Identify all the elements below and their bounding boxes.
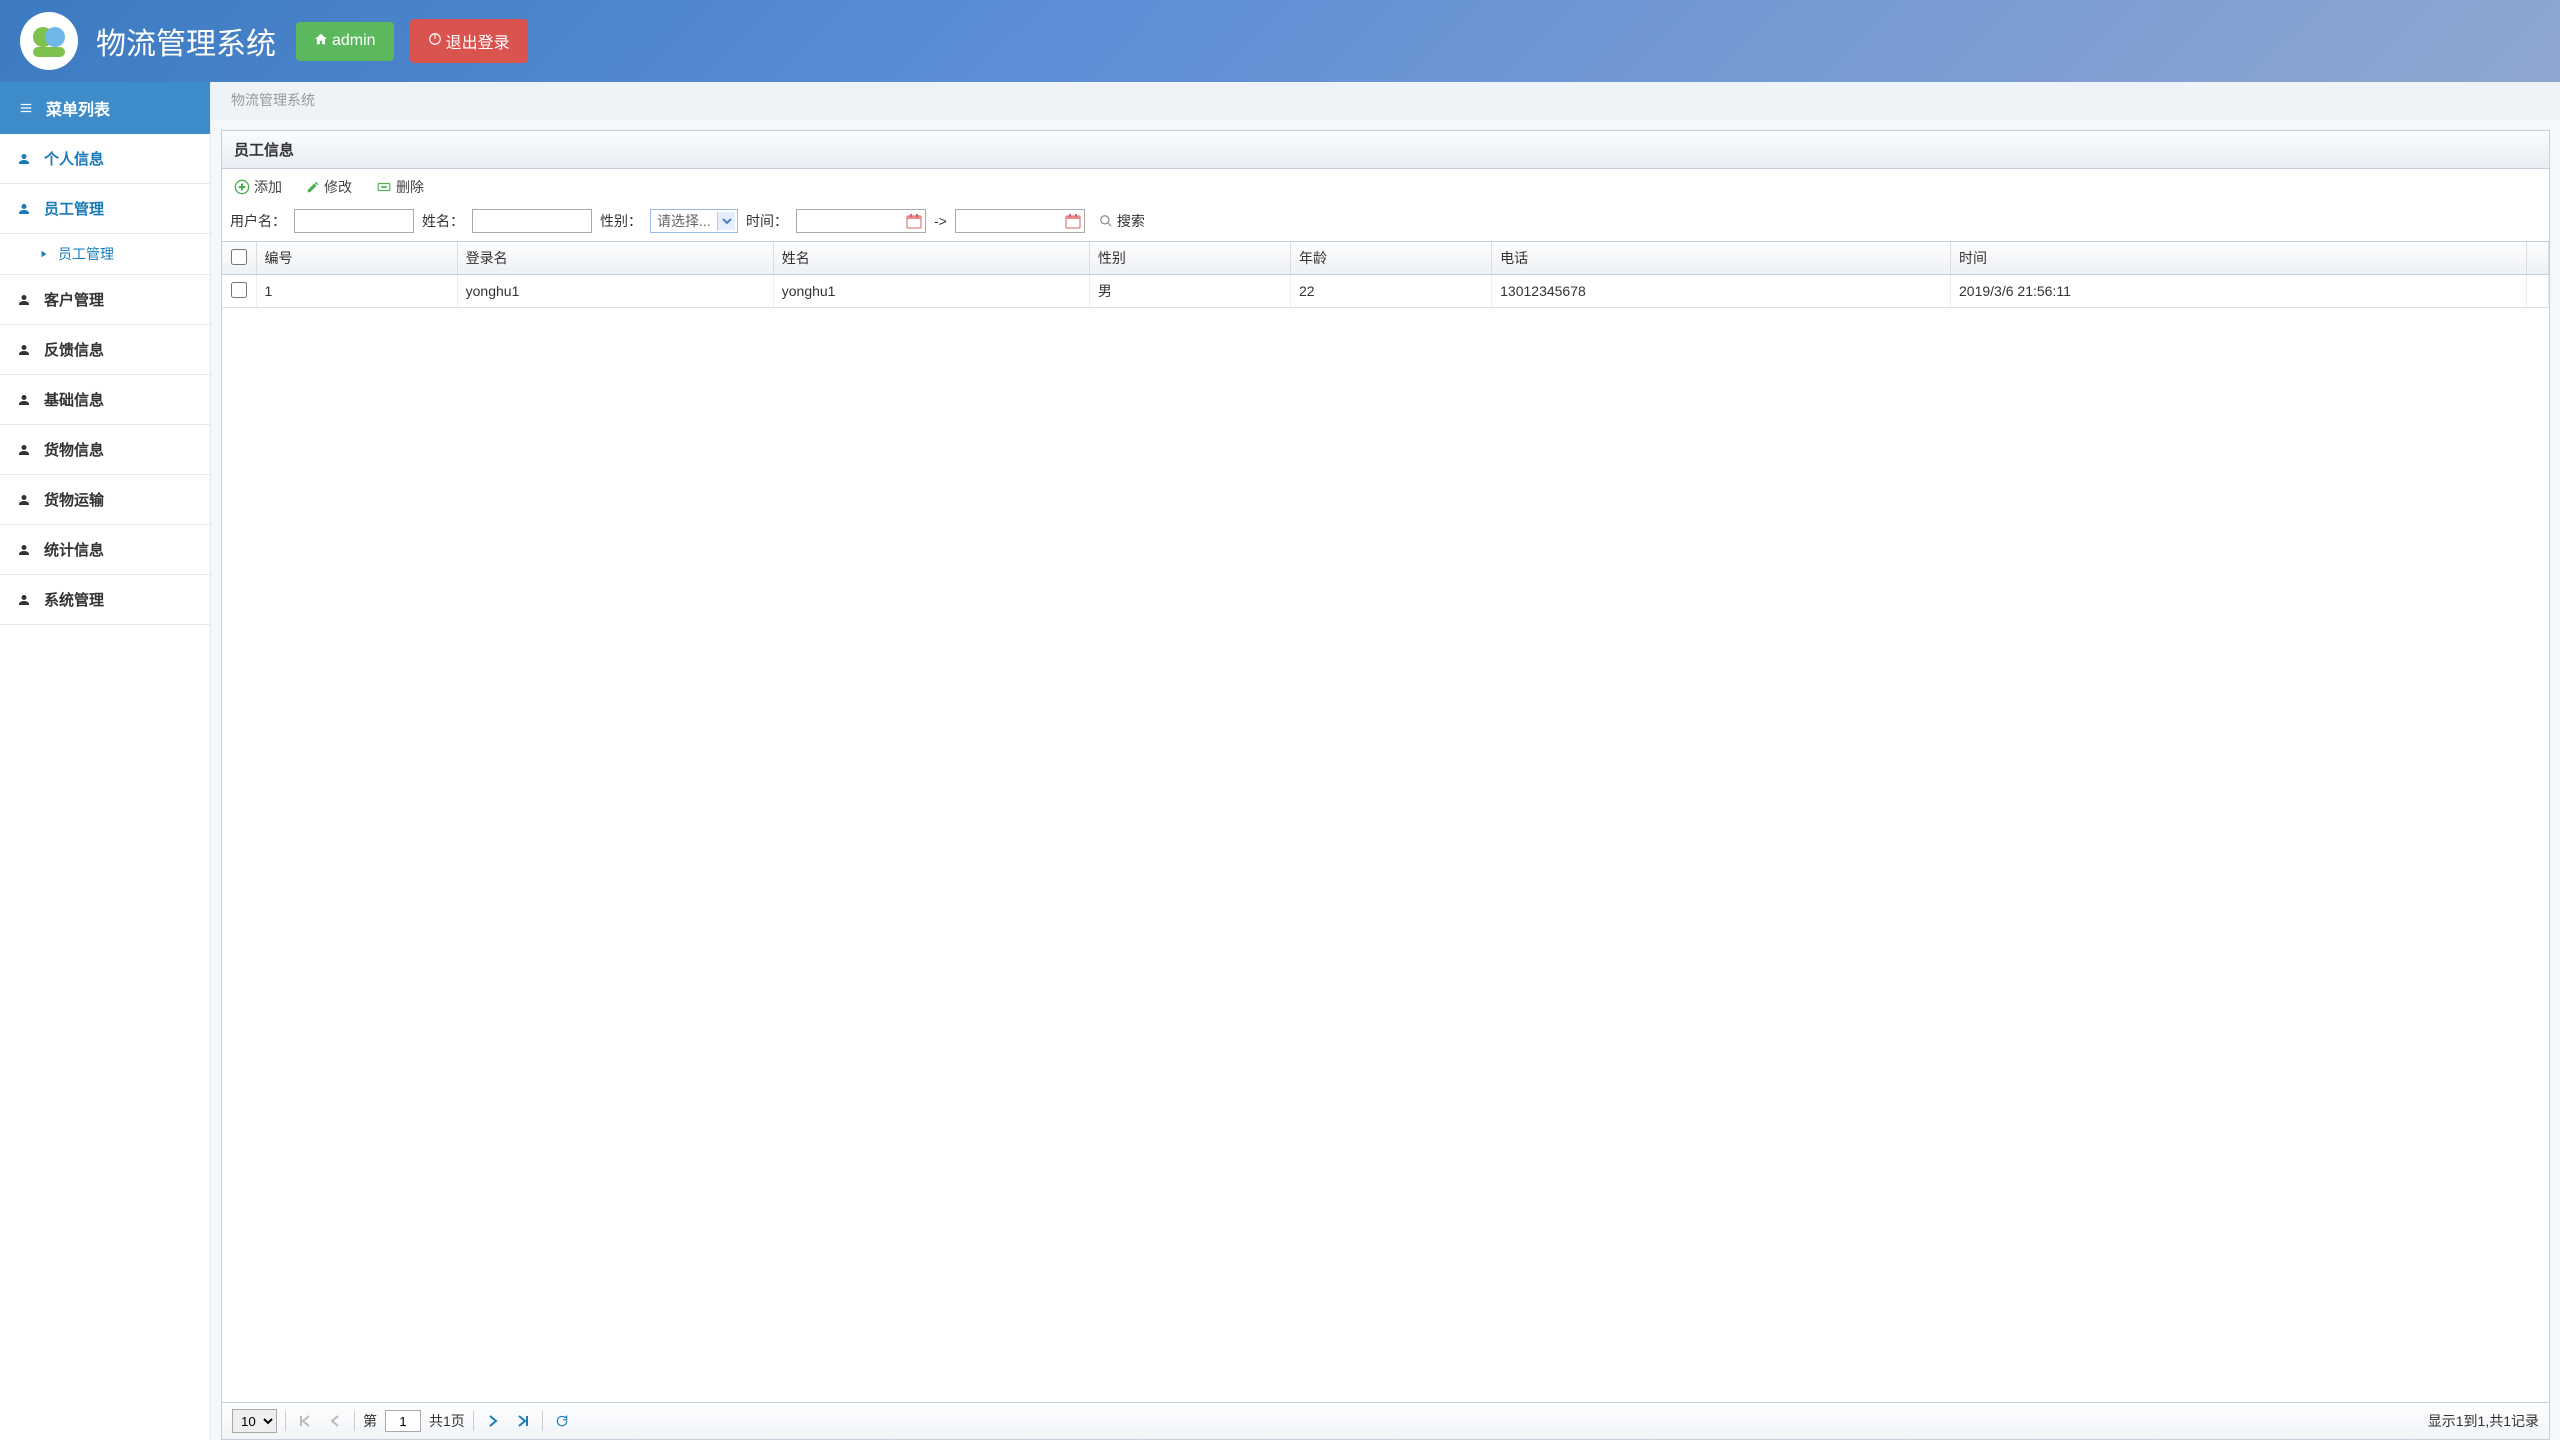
caret-right-icon [40,250,48,258]
minus-icon [376,180,392,194]
filter-gender-select[interactable]: 请选择... [650,209,738,233]
filter-name-input[interactable] [472,209,592,233]
user-icon [18,394,30,406]
cell-age: 22 [1291,275,1492,308]
filter-username-input[interactable] [294,209,414,233]
cell-name: yonghu1 [773,275,1089,308]
delete-label: 删除 [396,177,424,197]
breadcrumb: 物流管理系统 [211,82,2560,120]
pencil-icon [306,180,320,194]
logout-button[interactable]: 退出登录 [410,19,528,63]
sidebar-item-2[interactable]: 客户管理 [0,275,210,325]
user-icon [18,153,30,165]
range-sep: -> [934,213,947,229]
column-header-4[interactable]: 年龄 [1291,242,1492,275]
sidebar-item-6[interactable]: 货物运输 [0,475,210,525]
cell-id: 1 [256,275,457,308]
sidebar-item-3[interactable]: 反馈信息 [0,325,210,375]
page-prefix: 第 [363,1411,377,1431]
add-button[interactable]: 添加 [230,175,286,199]
search-label: 搜索 [1117,211,1145,231]
filter-gender-placeholder: 请选择... [657,211,717,231]
column-header-1[interactable]: 登录名 [457,242,773,275]
pager-refresh[interactable] [551,1410,573,1432]
sidebar-menu-title: 菜单列表 [0,82,210,134]
column-header-3[interactable]: 性别 [1089,242,1290,275]
table-row[interactable]: 1yonghu1yonghu1男22130123456782019/3/6 21… [222,275,2549,308]
sidebar-item-0[interactable]: 个人信息 [0,134,210,184]
home-icon [314,32,328,51]
user-icon [18,494,30,506]
header-bar: 物流管理系统 admin 退出登录 [0,0,2560,82]
pager: 10 第 共1页 显示1到1,共1记录 [222,1402,2549,1439]
sidebar-item-label: 统计信息 [44,539,104,560]
column-header-6[interactable]: 时间 [1951,242,2527,275]
search-button[interactable]: 搜索 [1093,209,1151,233]
add-label: 添加 [254,177,282,197]
sidebar-item-label: 系统管理 [44,589,104,610]
app-logo [20,12,78,70]
column-header-2[interactable]: 姓名 [773,242,1089,275]
app-title: 物流管理系统 [96,19,276,63]
page-size-select[interactable]: 10 [232,1409,277,1433]
sidebar-subitem-1-0[interactable]: 员工管理 [0,234,210,275]
admin-label: admin [332,32,376,50]
cell-phone: 13012345678 [1492,275,1951,308]
pager-next[interactable] [482,1410,504,1432]
row-checkbox[interactable] [231,282,247,298]
column-header-0[interactable]: 编号 [256,242,457,275]
sidebar-item-4[interactable]: 基础信息 [0,375,210,425]
power-icon [428,32,442,51]
search-icon [1099,214,1113,228]
pager-first[interactable] [294,1410,316,1432]
user-icon [18,444,30,456]
sidebar-item-label: 客户管理 [44,289,104,310]
user-icon [18,544,30,556]
edit-label: 修改 [324,177,352,197]
sidebar-item-1[interactable]: 员工管理 [0,184,210,234]
select-all-checkbox[interactable] [231,249,247,265]
user-icon [18,594,30,606]
sidebar-item-5[interactable]: 货物信息 [0,425,210,475]
calendar-icon[interactable] [906,213,922,229]
sidebar-item-label: 基础信息 [44,389,104,410]
user-icon [18,294,30,306]
calendar-icon[interactable] [1065,213,1081,229]
plus-icon [234,179,250,195]
page-number-input[interactable] [385,1410,421,1432]
sidebar-item-label: 反馈信息 [44,339,104,360]
chevron-down-icon [717,212,735,230]
sidebar-item-label: 个人信息 [44,148,104,169]
pager-prev[interactable] [324,1410,346,1432]
admin-button[interactable]: admin [296,22,394,61]
sidebar-menu-title-label: 菜单列表 [46,96,110,120]
column-header-5[interactable]: 电话 [1492,242,1951,275]
cell-login: yonghu1 [457,275,773,308]
filter-username-label: 用户名： [230,211,286,231]
filter-name-label: 姓名： [422,211,464,231]
employee-table: 编号登录名姓名性别年龄电话时间 1yonghu1yonghu1男22130123… [222,242,2549,308]
cell-gender: 男 [1089,275,1290,308]
user-icon [18,203,30,215]
panel-employee: 员工信息 添加 修改 删除 用户名： 姓名： [221,130,2550,1440]
total-pages-label: 共1页 [429,1411,465,1431]
pager-info: 显示1到1,共1记录 [2428,1411,2539,1431]
sidebar-item-label: 货物信息 [44,439,104,460]
sidebar-item-8[interactable]: 系统管理 [0,575,210,625]
sidebar-item-label: 员工管理 [44,198,104,219]
filter-time-label: 时间： [746,211,788,231]
user-icon [18,344,30,356]
filter-gender-label: 性别： [600,211,642,231]
logout-label: 退出登录 [446,29,510,53]
edit-button[interactable]: 修改 [302,175,356,199]
sidebar-subitem-label: 员工管理 [58,244,114,264]
delete-button[interactable]: 删除 [372,175,428,199]
pager-last[interactable] [512,1410,534,1432]
sidebar-item-label: 货物运输 [44,489,104,510]
sidebar: 菜单列表 个人信息员工管理员工管理客户管理反馈信息基础信息货物信息货物运输统计信… [0,82,211,1440]
panel-title: 员工信息 [222,131,2549,169]
cell-time: 2019/3/6 21:56:11 [1951,275,2527,308]
sidebar-item-7[interactable]: 统计信息 [0,525,210,575]
